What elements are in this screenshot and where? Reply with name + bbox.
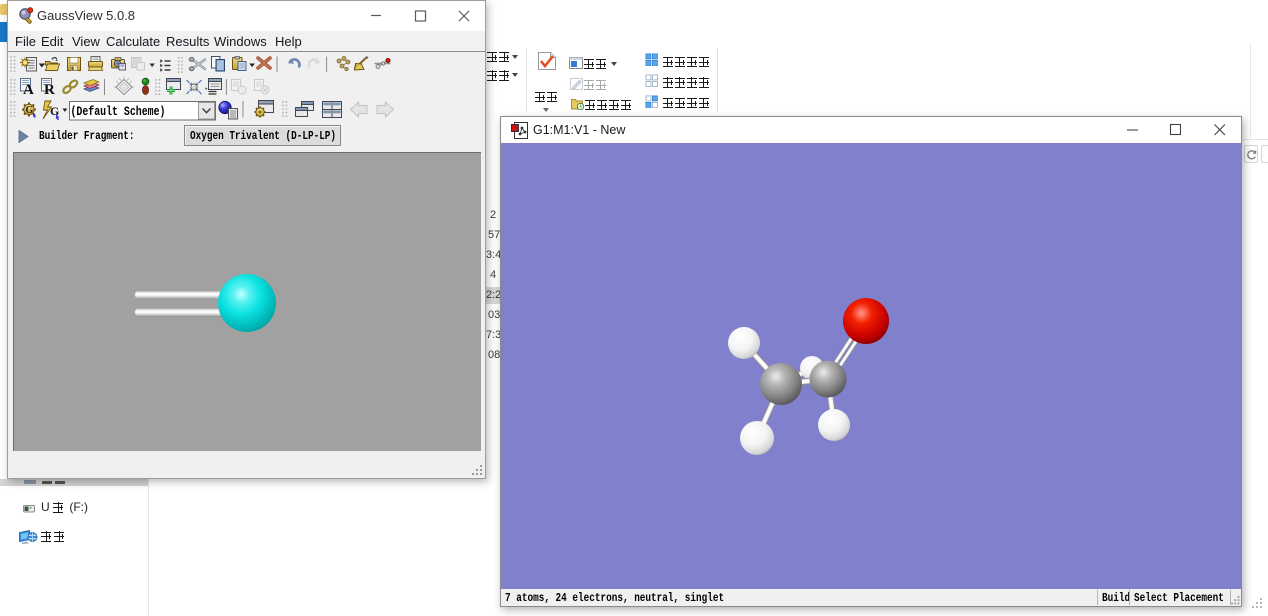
svg-text:G: G <box>26 105 34 116</box>
svg-text:A: A <box>23 82 34 98</box>
svg-text:G: G <box>50 104 59 118</box>
svg-text:R: R <box>44 82 55 98</box>
svg-text:(Default Scheme): (Default Scheme) <box>71 105 166 119</box>
